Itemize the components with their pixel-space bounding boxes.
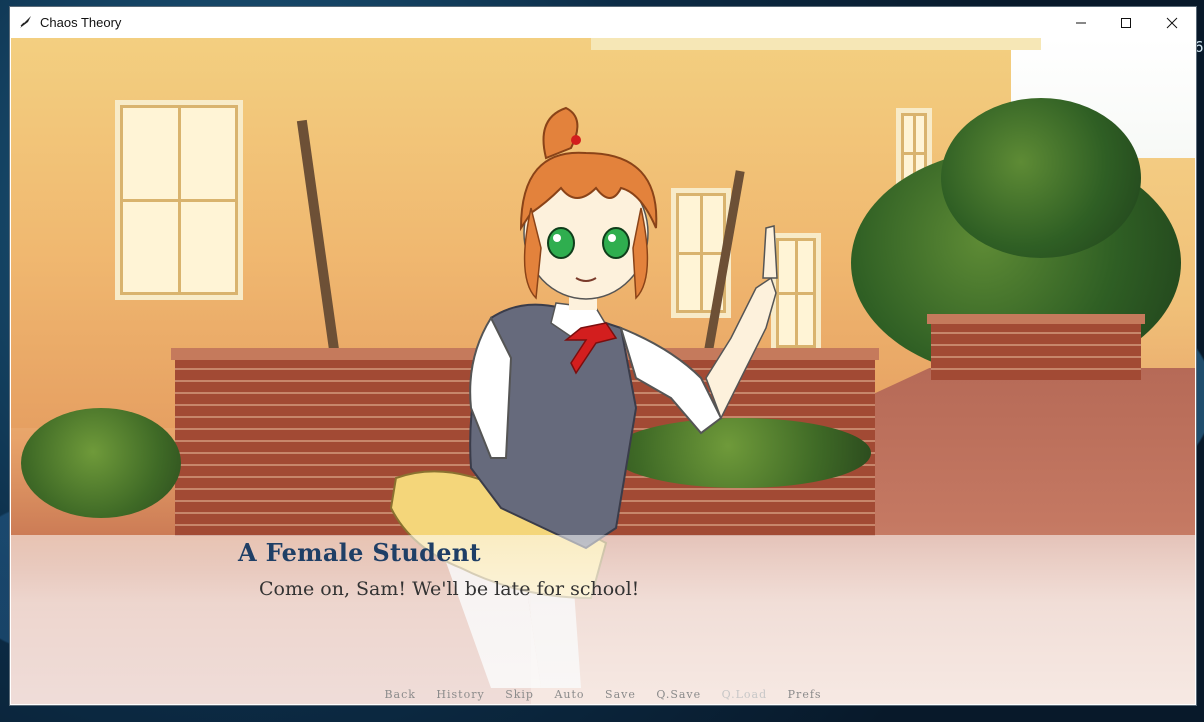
dialogue-box[interactable] — [11, 535, 1195, 704]
brick-wall — [931, 320, 1141, 380]
window-title: Chaos Theory — [40, 15, 122, 30]
tree-foliage — [941, 98, 1141, 258]
building-roofline — [591, 38, 1041, 50]
maximize-icon — [1121, 17, 1131, 28]
quick-menu-auto[interactable]: Auto — [554, 688, 584, 701]
quick-menu-skip[interactable]: Skip — [505, 688, 534, 701]
quick-menu-history[interactable]: History — [436, 688, 484, 701]
building-window — [115, 100, 243, 300]
shrub — [21, 408, 181, 518]
game-window: Chaos Theory A Female Student Come on, S… — [10, 7, 1196, 705]
close-button[interactable] — [1149, 7, 1195, 38]
quick-menu-qload: Q.Load — [721, 688, 768, 701]
quill-icon — [20, 16, 31, 28]
title-bar[interactable]: Chaos Theory — [10, 7, 1196, 38]
speaker-name: A Female Student — [238, 538, 481, 567]
quick-menu: Back History Skip Auto Save Q.Save Q.Loa… — [11, 688, 1195, 704]
quick-menu-save[interactable]: Save — [605, 688, 636, 701]
brick-wall-cap — [927, 314, 1145, 324]
quick-menu-back[interactable]: Back — [384, 688, 415, 701]
dialogue-text: Come on, Sam! We'll be late for school! — [259, 578, 640, 600]
quick-menu-qsave[interactable]: Q.Save — [656, 688, 701, 701]
minimize-button[interactable] — [1058, 7, 1104, 38]
quick-menu-prefs[interactable]: Prefs — [788, 688, 822, 701]
minimize-icon — [1076, 22, 1086, 23]
close-icon — [1166, 17, 1178, 28]
game-viewport[interactable]: A Female Student Come on, Sam! We'll be … — [11, 38, 1195, 704]
maximize-button[interactable] — [1103, 7, 1149, 38]
